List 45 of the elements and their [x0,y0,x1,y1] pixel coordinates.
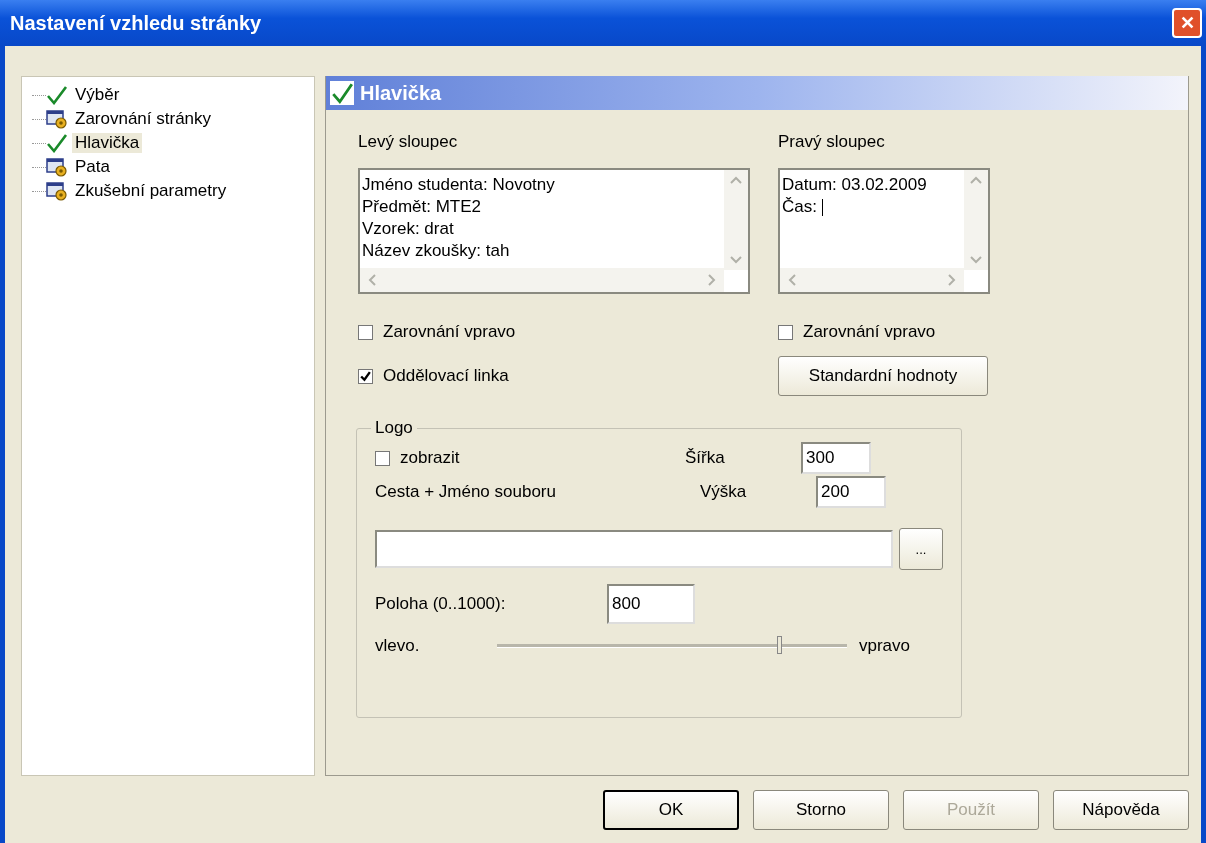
slider-thumb[interactable] [777,636,782,654]
vertical-scrollbar[interactable] [724,170,748,270]
checkbox-label: zobrazit [400,448,460,468]
path-field[interactable] [375,530,893,568]
panel-title: Hlavička [360,81,442,105]
checkbox[interactable] [375,450,390,466]
checkbox-label: Zarovnání vpravo [383,322,516,342]
width-label: Šířka [685,448,726,468]
height-field[interactable]: 200 [816,476,886,508]
tree-item[interactable]: Výběr [72,85,123,105]
window-title: Nastavení vzhledu stránky [10,11,262,35]
column-label: Pravý sloupec [778,132,885,152]
height-label: Výška [700,482,748,502]
checkmark-icon [46,85,68,105]
column-label: Levý sloupec [358,132,458,152]
checkbox[interactable] [778,324,793,340]
right-label: vpravo [859,636,911,656]
dialog-button[interactable]: OK [603,790,739,830]
gear-window-icon [46,109,68,129]
position-field[interactable]: 800 [607,584,695,624]
width-field[interactable]: 300 [801,442,871,474]
gear-window-icon [46,157,68,177]
checkmark-icon [46,133,68,153]
gear-window-icon [46,181,68,201]
left-label: vlevo. [375,636,421,656]
horizontal-scrollbar[interactable] [360,268,724,292]
tree-item[interactable]: Zkušební parametry [72,181,230,201]
checkmark-icon [330,81,354,105]
tree-item[interactable]: Zarovnání stránky [72,109,215,129]
close-button[interactable]: ✕ [1172,8,1202,38]
tree-item[interactable]: Hlavička [72,133,143,153]
defaults-button[interactable]: Standardní hodnoty [778,356,988,396]
checkbox[interactable] [358,324,373,340]
browse-button[interactable]: ... [899,528,943,570]
dialog-button[interactable]: Storno [753,790,889,830]
position-label: Poloha (0..1000): [375,594,507,614]
checkbox[interactable] [358,368,373,384]
dialog-button[interactable]: Nápověda [1053,790,1189,830]
horizontal-scrollbar[interactable] [780,268,964,292]
checkbox-label: Oddělovací linka [383,366,509,386]
vertical-scrollbar[interactable] [964,170,988,270]
tree-item[interactable]: Pata [72,157,113,177]
checkbox-label: Zarovnání vpravo [803,322,936,342]
path-label: Cesta + Jméno souboru [375,482,557,502]
group-title: Logo [374,418,414,438]
